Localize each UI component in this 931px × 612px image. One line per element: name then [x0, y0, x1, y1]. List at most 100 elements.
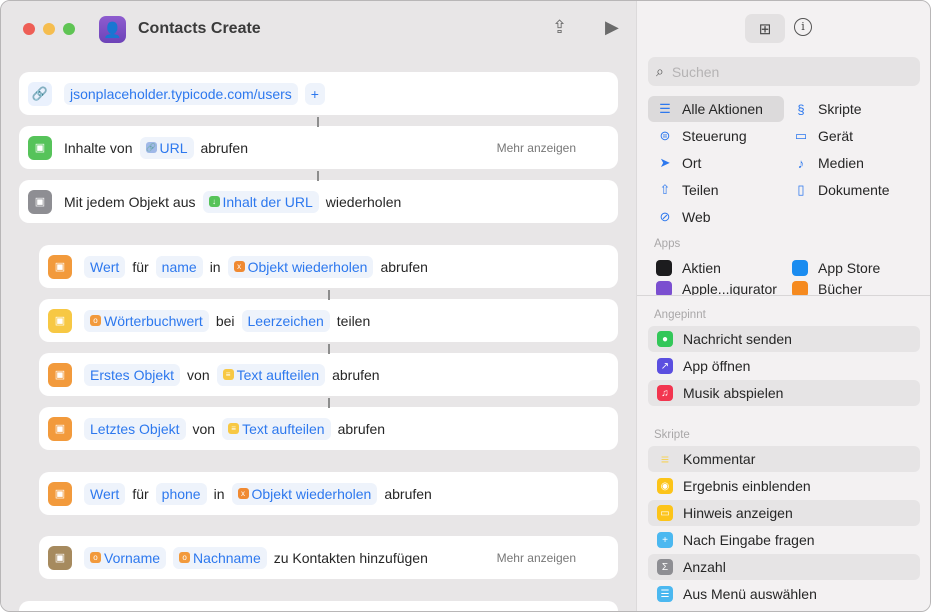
item-label: Kommentar: [683, 451, 756, 467]
shortcuts-window: 👤 Contacts Create ⇪ ▶ 🔗 jsonplaceholder.…: [0, 0, 931, 612]
show-more-button[interactable]: Mehr anzeigen: [497, 141, 576, 155]
parameter-pill[interactable]: Leerzeichen: [241, 309, 330, 332]
category-label: Web: [682, 209, 711, 225]
search-input[interactable]: ⌕ Suchen: [648, 57, 920, 86]
shortcut-icon[interactable]: 👤: [99, 16, 126, 43]
item-label: Anzahl: [683, 559, 726, 575]
category-alle-aktionen[interactable]: ☰ Alle Aktionen: [648, 96, 784, 122]
app-item[interactable]: App Store: [784, 255, 880, 281]
action-card[interactable]: ▣ o Wörterbuchwert bei Leerzeichen teilen: [39, 299, 618, 342]
category-icon: ⊘: [659, 209, 671, 224]
action-card[interactable]: ▣ Letztes Objekt von ≡ Text aufteilen abrufen: [39, 407, 618, 450]
parameter-pill[interactable]: ↓ Inhalt der URL: [202, 190, 319, 213]
action-text: Mit jedem Objekt aus: [64, 193, 196, 210]
scripts-item[interactable]: + Nach Eingabe fragen: [648, 527, 920, 553]
parameter-pill[interactable]: ≡ Text aufteilen: [216, 363, 326, 386]
app-icon: [656, 260, 672, 276]
parameter-pill[interactable]: Erstes Objekt: [84, 363, 181, 386]
zoom-button[interactable]: [63, 23, 75, 35]
parameter-label: Objekt wiederholen: [251, 485, 372, 502]
category-medien[interactable]: ♪ Medien: [784, 150, 920, 176]
category-teilen[interactable]: ⇧ Teilen: [648, 177, 784, 203]
category-web[interactable]: ⊘ Web: [648, 204, 784, 230]
parameter-label: Erstes Objekt: [90, 366, 175, 383]
parameter-pill[interactable]: Wert: [84, 482, 126, 505]
action-card[interactable]: ▣ Mit jedem Objekt aus ↓ Inhalt der URL wied…: [19, 180, 618, 223]
parameter-pill[interactable]: o Wörterbuchwert: [84, 309, 209, 332]
category-icon: ⊜: [659, 128, 671, 143]
item-label: App öffnen: [683, 358, 751, 374]
info-icon[interactable]: i: [794, 18, 812, 36]
action-text: für: [132, 258, 149, 275]
add-url-button[interactable]: +: [304, 82, 325, 105]
divider: [637, 295, 930, 296]
app-label: Bücher: [818, 281, 863, 295]
variable-icon: ≡: [228, 423, 240, 434]
category-icon: §: [797, 101, 805, 117]
scripts-item[interactable]: ☰ Aus Menü auswählen: [648, 581, 920, 607]
pinned-item[interactable]: ● Nachricht senden: [648, 326, 920, 352]
variable-icon: o: [90, 552, 101, 563]
window-title: Contacts Create: [138, 20, 261, 37]
variable-icon: ≡: [222, 369, 234, 380]
action-card[interactable]: ▣ Inhalte von 🔗 URL abrufen Mehr anzeigen: [19, 126, 618, 169]
category-ort[interactable]: ➤ Ort: [648, 150, 784, 176]
dictionary-icon: ▣: [48, 254, 72, 279]
item-label: Nach Eingabe fragen: [683, 532, 815, 548]
parameter-pill[interactable]: phone: [155, 482, 207, 505]
category-label: Teilen: [682, 182, 719, 198]
search-icon: ⌕: [656, 63, 664, 79]
pinned-item[interactable]: ♫ Musik abspielen: [648, 380, 920, 406]
app-item[interactable]: Apple...igurator: [648, 281, 777, 295]
parameter-pill[interactable]: x Objekt wiederholen: [227, 255, 374, 278]
category-skripte[interactable]: § Skripte: [784, 96, 920, 122]
parameter-pill[interactable]: Letztes Objekt: [84, 417, 186, 440]
parameter-pill[interactable]: o Vorname: [84, 546, 167, 569]
close-button[interactable]: [23, 23, 35, 35]
category-steuerung[interactable]: ⊜ Steuerung: [648, 123, 784, 149]
repeat-icon: ▣: [28, 189, 52, 214]
action-card[interactable]: ▣ Erstes Objekt von ≡ Text aufteilen abrufen: [39, 353, 618, 396]
scripts-icon: Σ: [657, 559, 673, 575]
download-icon: ▣: [28, 135, 52, 160]
pinned-icon: ♫: [657, 385, 673, 401]
scripts-item[interactable]: ▭ Hinweis anzeigen: [648, 500, 920, 526]
run-icon[interactable]: ▶: [605, 17, 619, 38]
action-card[interactable]: ▣ o Vorname o Nachname zu Kontakten hinzufüge…: [39, 536, 618, 579]
show-more-button[interactable]: Mehr anzeigen: [497, 551, 576, 565]
share-icon[interactable]: ⇪: [552, 17, 567, 38]
parameter-pill[interactable]: o Nachname: [173, 546, 267, 569]
pinned-item[interactable]: ↗ App öffnen: [648, 353, 920, 379]
app-label: App Store: [818, 260, 881, 276]
parameter-pill[interactable]: name: [155, 255, 203, 278]
category-gerät[interactable]: ▭ Gerät: [784, 123, 920, 149]
parameter-pill[interactable]: ≡ Text aufteilen: [222, 417, 331, 440]
minimize-button[interactable]: [43, 23, 55, 35]
parameter-pill[interactable]: 🔗 URL: [139, 136, 194, 159]
action-library-tab[interactable]: ⊞: [745, 14, 785, 43]
app-item[interactable]: Aktien: [648, 255, 721, 281]
parameter-label: Inhalt der URL: [222, 193, 313, 210]
action-card[interactable]: ▣ Wert für name in x Objekt wiederholen abrufen: [39, 245, 618, 288]
item-label: Hinweis anzeigen: [683, 505, 793, 521]
parameter-pill[interactable]: Wert: [84, 255, 126, 278]
contacts-icon: ▣: [48, 545, 72, 570]
url-action[interactable]: 🔗 jsonplaceholder.typicode.com/users +: [19, 72, 618, 115]
action-text: von: [187, 366, 210, 383]
item-label: Ergebnis einblenden: [683, 478, 811, 494]
category-icon: ♪: [797, 155, 805, 171]
app-item[interactable]: Bücher: [784, 281, 862, 295]
url-value[interactable]: jsonplaceholder.typicode.com/users: [64, 82, 298, 105]
variable-icon: 🔗: [145, 142, 157, 153]
scripts-item[interactable]: Σ Anzahl: [648, 554, 920, 580]
category-dokumente[interactable]: ▯ Dokumente: [784, 177, 920, 203]
scripts-icon: ☰: [657, 586, 673, 602]
parameter-label: name: [161, 258, 197, 275]
parameter-pill[interactable]: x Objekt wiederholen: [231, 482, 378, 505]
scripts-item[interactable]: ≡ Kommentar: [648, 446, 920, 472]
category-icon: ☰: [659, 101, 671, 116]
action-card[interactable]: ▣ Wert für phone in x Objekt wiederholen abrufe…: [39, 472, 618, 515]
app-icon: [656, 281, 672, 295]
scripts-item[interactable]: ◉ Ergebnis einblenden: [648, 473, 920, 499]
next-action-card[interactable]: [19, 601, 618, 611]
